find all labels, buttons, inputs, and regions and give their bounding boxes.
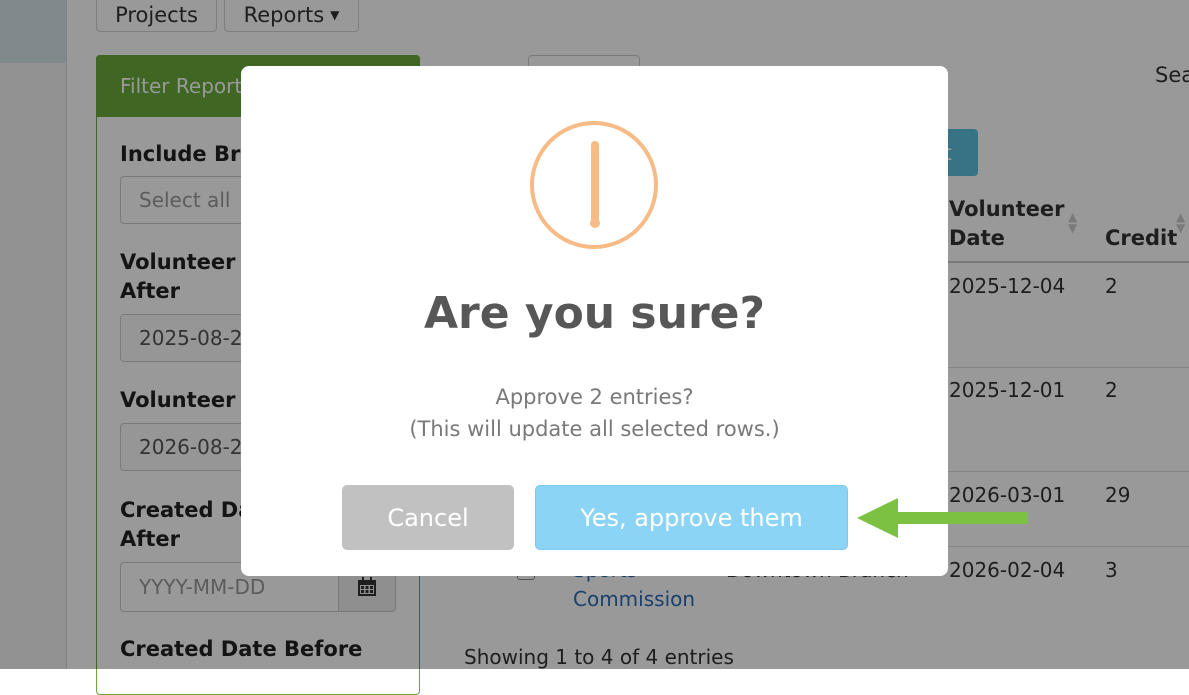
dialog-text-line2: (This will update all selected rows.) xyxy=(409,417,780,441)
dialog-title: Are you sure? xyxy=(423,288,766,339)
warning-icon-bar xyxy=(591,141,599,223)
cancel-button[interactable]: Cancel xyxy=(342,485,514,550)
confirm-approve-button[interactable]: Yes, approve them xyxy=(535,485,848,550)
warning-icon-dot xyxy=(590,218,600,228)
dialog-text-line1: Approve 2 entries? xyxy=(495,385,694,409)
arrow-pointer-icon xyxy=(857,498,1028,538)
